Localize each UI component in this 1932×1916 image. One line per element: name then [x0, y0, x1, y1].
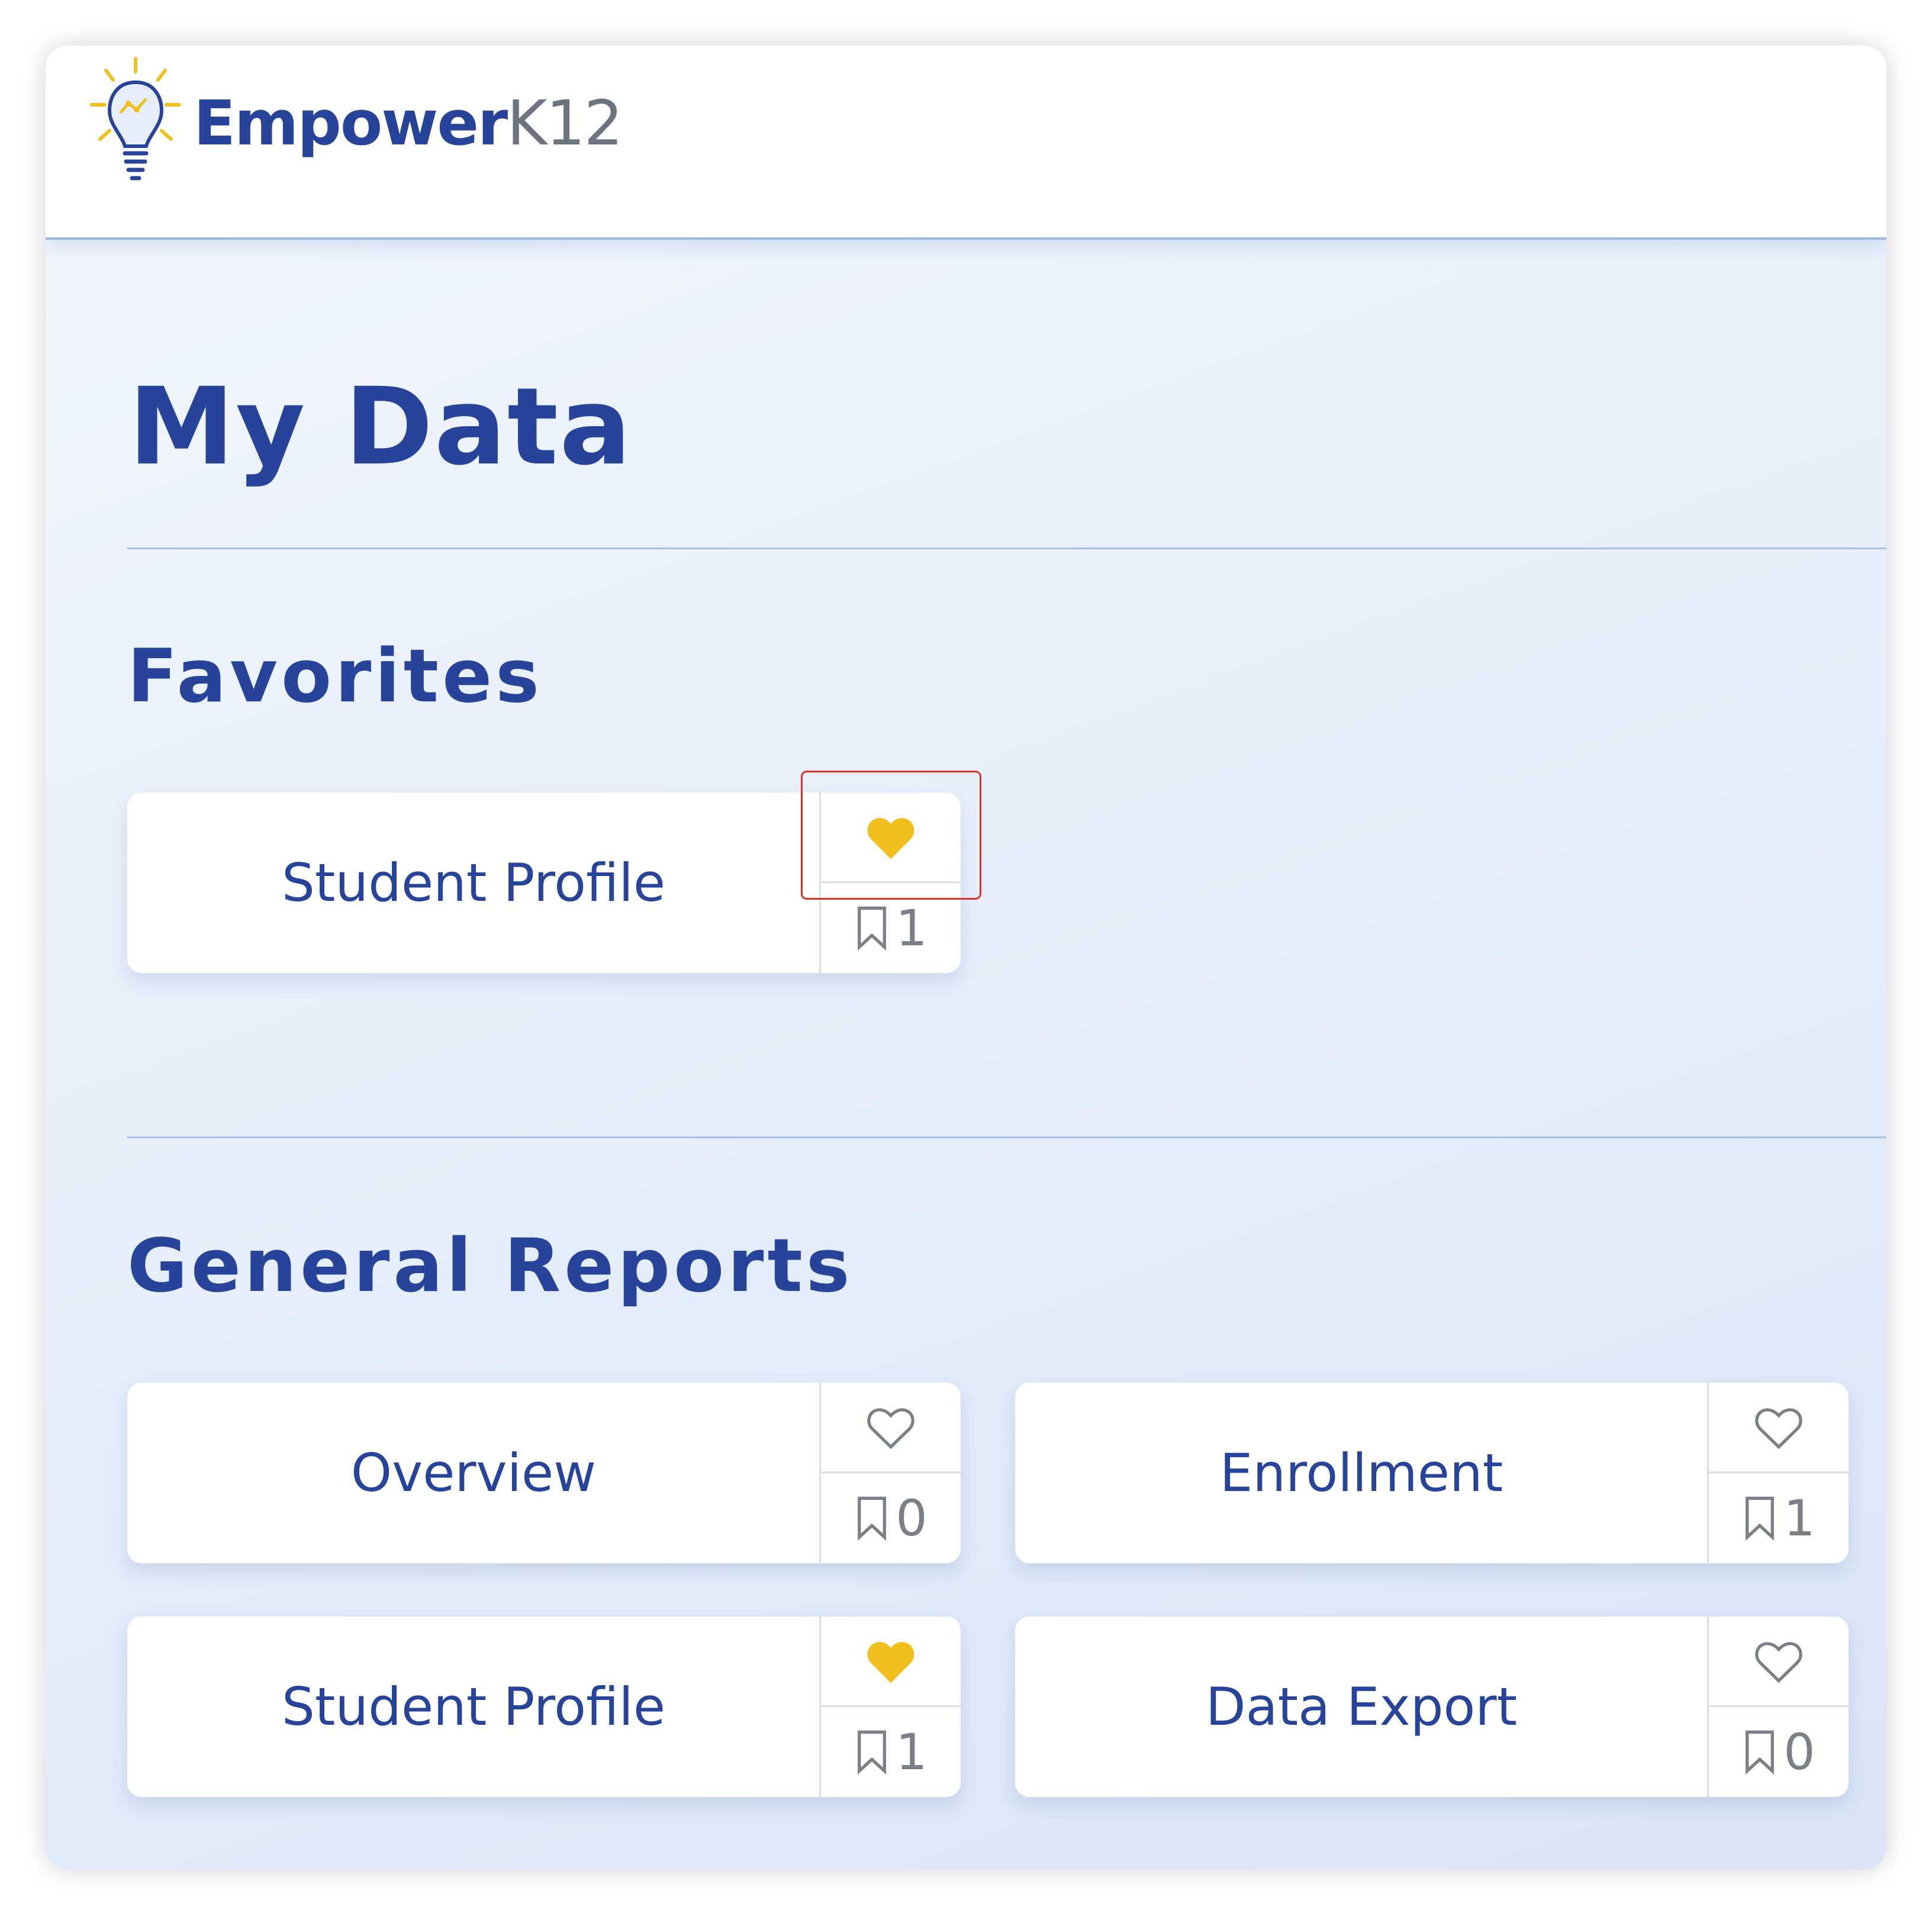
highlight-box — [801, 771, 981, 900]
card-title[interactable]: Student Profile — [127, 1616, 820, 1797]
bookmark-count: 1 — [821, 1707, 961, 1797]
bookmark-count: 1 — [1709, 1473, 1849, 1563]
bookmark-count: 0 — [821, 1473, 961, 1563]
favorite-button[interactable] — [821, 1616, 961, 1707]
card-actions: 1 — [819, 1616, 961, 1797]
bookmark-count-value: 0 — [896, 1489, 928, 1547]
bookmark-count-value: 1 — [896, 899, 928, 957]
card-title[interactable]: Enrollment — [1015, 1383, 1708, 1563]
divider — [127, 548, 1886, 549]
favorite-button[interactable] — [821, 1383, 961, 1473]
favorite-button[interactable] — [1709, 1383, 1849, 1473]
lightbulb-icon[interactable] — [70, 51, 201, 194]
bookmark-count: 0 — [1709, 1707, 1849, 1797]
heart-outline-icon — [867, 1408, 915, 1450]
divider — [127, 1136, 1886, 1138]
heart-outline-icon — [1755, 1642, 1802, 1683]
card-title[interactable]: Overview — [127, 1383, 820, 1563]
brand-secondary: K12 — [507, 87, 623, 159]
card-actions: 0 — [819, 1383, 961, 1563]
bookmark-count-value: 1 — [1783, 1489, 1815, 1547]
general-reports-heading: General Reports — [127, 1223, 854, 1309]
heart-filled-icon — [867, 1642, 915, 1683]
app-window: EmpowerK12 My Data Favorites Student Pro… — [46, 46, 1886, 1870]
card-title[interactable]: Data Export — [1015, 1616, 1708, 1797]
card-actions: 0 — [1707, 1616, 1849, 1797]
bookmark-icon — [1746, 1730, 1775, 1775]
bookmark-icon — [1746, 1496, 1775, 1541]
bookmark-icon — [858, 906, 887, 951]
heart-outline-icon — [1755, 1408, 1802, 1450]
brand-primary: Empower — [194, 87, 508, 159]
bookmark-icon — [858, 1730, 887, 1775]
report-card-data-export[interactable]: Data Export 0 — [1015, 1616, 1849, 1797]
bookmark-count-value: 0 — [1783, 1723, 1815, 1781]
favorite-button[interactable] — [1709, 1616, 1849, 1707]
report-card-enrollment[interactable]: Enrollment 1 — [1015, 1383, 1849, 1563]
bookmark-count-value: 1 — [896, 1723, 928, 1781]
report-card-student-profile[interactable]: Student Profile 1 — [127, 1616, 961, 1797]
top-bar: EmpowerK12 — [46, 46, 1886, 240]
card-title[interactable]: Student Profile — [127, 793, 820, 973]
brand-name[interactable]: EmpowerK12 — [194, 87, 623, 159]
card-actions: 1 — [1707, 1383, 1849, 1563]
report-card-overview[interactable]: Overview 0 — [127, 1383, 961, 1563]
favorites-heading: Favorites — [127, 634, 543, 719]
page-title: My Data — [128, 365, 633, 489]
bookmark-icon — [858, 1496, 887, 1541]
